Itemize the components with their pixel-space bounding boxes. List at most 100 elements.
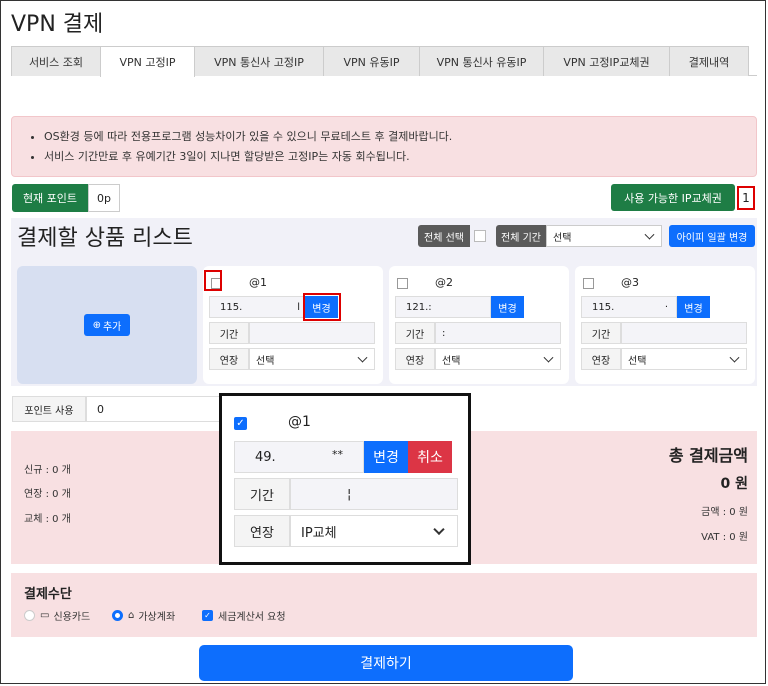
zoom-ip-field: 49. xyxy=(234,441,364,473)
tab-vpn-ip-change-ticket[interactable]: VPN 고정IP교체권 xyxy=(543,46,670,76)
credit-card-icon: ▭ xyxy=(40,610,50,621)
payment-option-tax[interactable]: ✓ 세금계산서 요청 xyxy=(202,608,286,623)
zoom-product-number: @1 xyxy=(288,414,311,430)
zoom-change-button[interactable]: 변경 xyxy=(364,441,408,473)
chevron-down-icon xyxy=(357,352,368,363)
tax-label: 세금계산서 요청 xyxy=(218,612,286,623)
current-points-label: 현재 포인트 xyxy=(12,184,88,212)
ip-field: 115. l xyxy=(209,296,305,318)
ip-value: 115. xyxy=(592,301,615,313)
chevron-down-icon xyxy=(433,523,445,536)
tab-service-lookup[interactable]: 서비스 조회 xyxy=(11,46,101,76)
zoom-period-label: 기간 xyxy=(234,478,290,510)
payment-option-card[interactable]: ▭ 신용카드 xyxy=(24,608,90,623)
ip-tail: · xyxy=(664,301,668,313)
ip-change-ticket-button[interactable]: 사용 가능한 IP교체권 xyxy=(611,184,735,211)
ip-bulk-change-button[interactable]: 아이피 일괄 변경 xyxy=(669,225,755,247)
total-amount-value: 0 원 xyxy=(720,476,749,492)
period-field xyxy=(249,322,375,344)
ip-change-button[interactable]: 변경 xyxy=(491,296,524,318)
highlight-checkbox xyxy=(204,270,222,291)
chevron-down-icon xyxy=(729,352,740,363)
plus-box-icon: ⊕ xyxy=(92,319,101,331)
add-product-button[interactable]: ⊕ 추가 xyxy=(84,314,130,336)
tab-vpn-carrier-dynamic-ip[interactable]: VPN 통신사 유동IP xyxy=(419,46,544,76)
zoom-ip-mask: ** xyxy=(332,448,343,461)
tab-bar: 서비스 조회 VPN 고정IP VPN 통신사 고정IP VPN 유동IP VP… xyxy=(11,46,757,77)
notice-alert: OS환경 등에 따라 전용프로그램 성능차이가 있을 수 있으니 무료테스트 후… xyxy=(11,116,757,177)
product-number: @1 xyxy=(249,276,267,289)
period-field: : xyxy=(435,322,561,344)
ip-field: 121.: xyxy=(395,296,491,318)
product-card: @3 115. · 변경 기간 연장 선택 xyxy=(575,266,755,384)
vat-value: VAT : 0 원 xyxy=(701,532,748,543)
zoom-extend-value: IP교체 xyxy=(301,525,337,541)
tab-payment-history[interactable]: 결제내역 xyxy=(669,46,749,76)
highlight-change-button xyxy=(303,293,341,321)
period-label: 기간 xyxy=(395,322,435,344)
amount-value: 금액 : 0 원 xyxy=(701,507,748,518)
add-product-label: 추가 xyxy=(102,321,122,333)
extend-label: 연장 xyxy=(581,348,621,370)
extend-label: 연장 xyxy=(395,348,435,370)
payment-method-title: 결제수단 xyxy=(24,587,72,602)
zoom-checkbox-checked[interactable]: ✓ xyxy=(234,417,247,430)
point-use-input[interactable]: 0 xyxy=(86,396,220,422)
bank-icon: ⌂ xyxy=(128,610,135,621)
tab-vpn-dynamic-ip[interactable]: VPN 유동IP xyxy=(323,46,420,76)
zoom-cancel-button[interactable]: 취소 xyxy=(408,441,452,473)
pay-button[interactable]: 결제하기 xyxy=(199,645,573,681)
tab-vpn-static-ip[interactable]: VPN 고정IP xyxy=(100,46,195,77)
product-number: @2 xyxy=(435,276,453,289)
period-label: 기간 xyxy=(209,322,249,344)
total-amount-label: 총 결제금액 xyxy=(668,446,748,465)
point-use-label: 포인트 사용 xyxy=(12,396,86,422)
zoom-period-field: ¦ xyxy=(290,478,458,510)
extend-select-value: 선택 xyxy=(442,355,461,367)
card-label: 신용카드 xyxy=(53,612,91,623)
extend-select-value: 선택 xyxy=(256,355,275,367)
product-card: @2 121.: 변경 기간 : 연장 선택 xyxy=(389,266,569,384)
zoom-extend-select[interactable]: IP교체 xyxy=(290,515,458,547)
tax-checkbox[interactable]: ✓ xyxy=(202,610,213,621)
ip-change-button[interactable]: 변경 xyxy=(677,296,710,318)
ip-value: 121.: xyxy=(406,301,432,313)
all-period-select-value: 선택 xyxy=(553,232,572,244)
extend-label: 연장 xyxy=(209,348,249,370)
summary-new: 신규 : 0 개 xyxy=(24,465,71,476)
account-label: 가상계좌 xyxy=(138,612,176,623)
select-all-label: 전체 선택 xyxy=(418,225,470,247)
product-checkbox[interactable] xyxy=(583,278,594,289)
all-period-label: 전체 기간 xyxy=(496,225,546,247)
payment-method-panel xyxy=(11,573,757,637)
ip-change-ticket-count: 1 xyxy=(737,186,755,210)
current-points-value: 0p xyxy=(88,184,120,212)
period-label: 기간 xyxy=(581,322,621,344)
payment-option-account[interactable]: ⌂ 가상계좌 xyxy=(112,608,175,623)
card-radio[interactable] xyxy=(24,610,35,621)
product-checkbox[interactable] xyxy=(397,278,408,289)
notice-line: 서비스 기간만료 후 유예기간 3일이 지나면 할당받은 고정IP는 자동 회수… xyxy=(44,147,756,167)
product-number: @3 xyxy=(621,276,639,289)
product-card: @1 115. l 변경 기간 연장 선택 xyxy=(203,266,383,384)
ip-tail: l xyxy=(297,301,300,313)
ip-value: 115. xyxy=(220,301,243,313)
select-all-checkbox[interactable] xyxy=(474,230,486,242)
extend-select-value: 선택 xyxy=(628,355,647,367)
extend-select[interactable]: 선택 xyxy=(249,348,375,370)
product-list-title: 결제할 상품 리스트 xyxy=(17,226,193,251)
summary-swap: 교체 : 0 개 xyxy=(24,514,71,525)
period-field xyxy=(621,322,747,344)
extend-select[interactable]: 선택 xyxy=(435,348,561,370)
summary-extend: 연장 : 0 개 xyxy=(24,489,71,500)
account-radio[interactable] xyxy=(112,610,123,621)
chevron-down-icon xyxy=(644,229,655,240)
page-title: VPN 결제 xyxy=(11,12,104,37)
extend-select[interactable]: 선택 xyxy=(621,348,747,370)
tab-vpn-carrier-static-ip[interactable]: VPN 통신사 고정IP xyxy=(194,46,324,76)
all-period-select[interactable]: 선택 xyxy=(546,225,662,247)
chevron-down-icon xyxy=(543,352,554,363)
zoomed-card-callout: ✓ @1 49. ** 변경 취소 기간 ¦ 연장 IP교체 xyxy=(219,393,471,565)
notice-line: OS환경 등에 따라 전용프로그램 성능차이가 있을 수 있으니 무료테스트 후… xyxy=(44,127,756,147)
ip-field: 115. · xyxy=(581,296,677,318)
